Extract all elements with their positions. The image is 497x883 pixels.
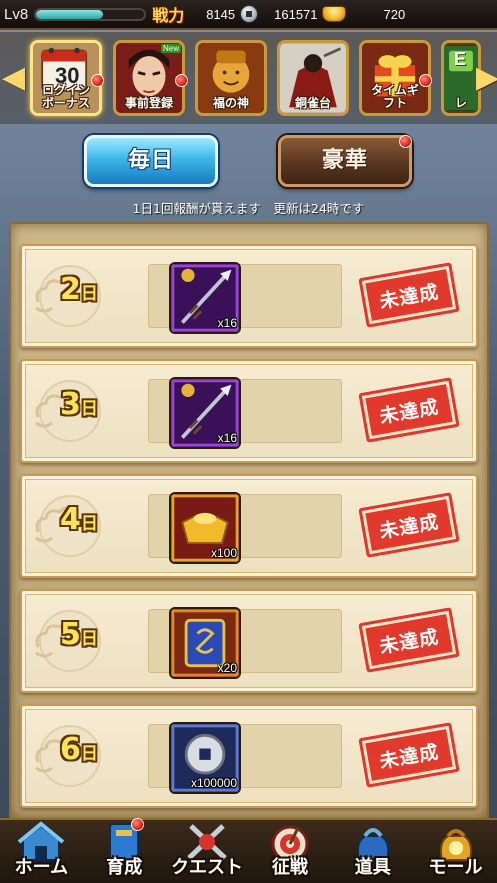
day-unit: 日	[80, 744, 98, 764]
nav-campaign[interactable]: 征戦	[248, 820, 331, 883]
exp-bar	[34, 7, 147, 21]
item-slot: x16	[148, 377, 342, 449]
reward-item[interactable]: x20	[169, 607, 241, 679]
tab-deluxe[interactable]: 豪華	[278, 135, 412, 187]
event-bronze-sparrow[interactable]: 銅雀台	[277, 40, 349, 116]
item-slot: x16	[148, 262, 342, 334]
scroll-left-arrow-icon[interactable]: ◀	[2, 56, 25, 100]
day-number: 6	[60, 732, 81, 767]
gold-count: 720	[383, 6, 406, 22]
nav-label: 育成	[106, 857, 143, 878]
item-slot: x100	[148, 492, 342, 564]
status-stamp: 未達成	[358, 607, 460, 673]
item-quantity: x20	[217, 661, 237, 675]
reward-row: 3日 x16 未達成	[20, 359, 478, 463]
event-label: ログイン ボーナス	[33, 84, 99, 110]
status-stamp: 未達成	[358, 262, 460, 328]
status-stamp-text: 未達成	[377, 395, 441, 428]
day-unit: 日	[80, 629, 98, 649]
event-fortune-god[interactable]: 福の神	[195, 40, 267, 116]
reward-row: 6日 x100000 未達成	[20, 704, 478, 808]
new-tag: New	[160, 44, 181, 53]
day-unit: 日	[80, 284, 98, 304]
event-partial-letter: E	[454, 49, 467, 69]
event-label-line2: フト	[382, 96, 407, 110]
day-label: 5日	[60, 617, 98, 652]
nav-quest[interactable]: クエスト	[166, 820, 249, 883]
power-label: 戦力	[152, 6, 185, 25]
scroll-right-arrow-icon[interactable]: ▶	[476, 56, 497, 100]
notification-badge	[91, 74, 104, 87]
notification-badge	[130, 818, 144, 831]
status-stamp-text: 未達成	[377, 280, 441, 313]
coin-count: 161571	[274, 6, 318, 22]
reward-row: 2日 x16 未達成	[20, 244, 478, 348]
status-stamp-text: 未達成	[377, 740, 441, 773]
power-value: 8145	[206, 6, 236, 22]
item-quantity: x16	[217, 431, 237, 445]
nav-home[interactable]: ホーム	[0, 820, 83, 883]
status-stamp: 未達成	[358, 492, 460, 558]
event-label: レ	[454, 96, 467, 110]
tab-daily[interactable]: 毎日	[84, 135, 218, 187]
nav-mall[interactable]: モール	[414, 820, 497, 883]
status-bar: Lv8 戦力 8145 161571 720	[0, 0, 497, 30]
day-label: 3日	[60, 387, 98, 422]
notification-badge	[399, 135, 412, 148]
bottom-navigation: ホーム 育成 クエスト 征戦 道具 モール	[0, 818, 497, 883]
player-level: Lv8	[4, 5, 29, 23]
item-quantity: x16	[217, 316, 237, 330]
status-stamp-text: 未達成	[377, 625, 441, 658]
nav-items[interactable]: 道具	[331, 820, 414, 883]
exp-bar-fill	[36, 9, 104, 19]
silver-coin-icon	[240, 5, 259, 23]
item-slot: x100000	[148, 722, 342, 794]
nav-label: ホーム	[14, 857, 69, 878]
reward-item[interactable]: x100000	[169, 722, 241, 794]
event-label-line2: ボーナス	[41, 96, 90, 110]
reward-item[interactable]: x16	[169, 262, 241, 334]
reward-item[interactable]: x16	[169, 377, 241, 449]
event-label: 福の神	[212, 96, 249, 110]
event-partial[interactable]: E レ	[441, 40, 481, 116]
event-label: 事前登録	[124, 96, 173, 110]
day-unit: 日	[80, 514, 98, 534]
item-quantity: x100	[210, 546, 237, 560]
day-number: 4	[60, 502, 81, 537]
status-stamp-text: 未達成	[377, 510, 441, 543]
reward-row: 4日 x100 未達成	[20, 474, 478, 578]
notification-badge	[175, 74, 188, 87]
nav-label: 征戦	[271, 857, 308, 878]
event-banner-row: ◀ 30 ログイン ボーナス New 事前登録 福の神 銅雀台 タイムギ フト …	[0, 32, 497, 124]
day-label: 4日	[60, 502, 98, 537]
nav-label: 道具	[354, 857, 391, 878]
day-label: 6日	[60, 732, 98, 767]
day-label: 2日	[60, 272, 98, 307]
status-stamp: 未達成	[358, 377, 460, 443]
event-label: 銅雀台	[294, 96, 331, 110]
reward-row: 5日 x20 未達成	[20, 589, 478, 693]
nav-label: クエスト	[171, 857, 244, 878]
event-label: タイムギ フト	[362, 84, 428, 110]
item-slot: x20	[148, 607, 342, 679]
nav-label: モール	[428, 857, 483, 878]
reward-list[interactable]: 2日 x16 未達成 3日 x16 未達成 4日 x100 未達成 5日 x20…	[9, 222, 489, 820]
item-quantity: x100000	[190, 776, 237, 790]
reward-note: 1日1回報酬が貰えます 更新は24時です	[132, 201, 365, 216]
status-stamp: 未達成	[358, 722, 460, 788]
nav-training[interactable]: 育成	[83, 818, 166, 883]
day-number: 5	[60, 617, 81, 652]
notification-badge	[419, 74, 432, 87]
day-number: 3	[60, 387, 81, 422]
day-unit: 日	[80, 399, 98, 419]
reward-item[interactable]: x100	[169, 492, 241, 564]
gold-ingot-icon	[321, 6, 346, 22]
day-number: 2	[60, 272, 81, 307]
